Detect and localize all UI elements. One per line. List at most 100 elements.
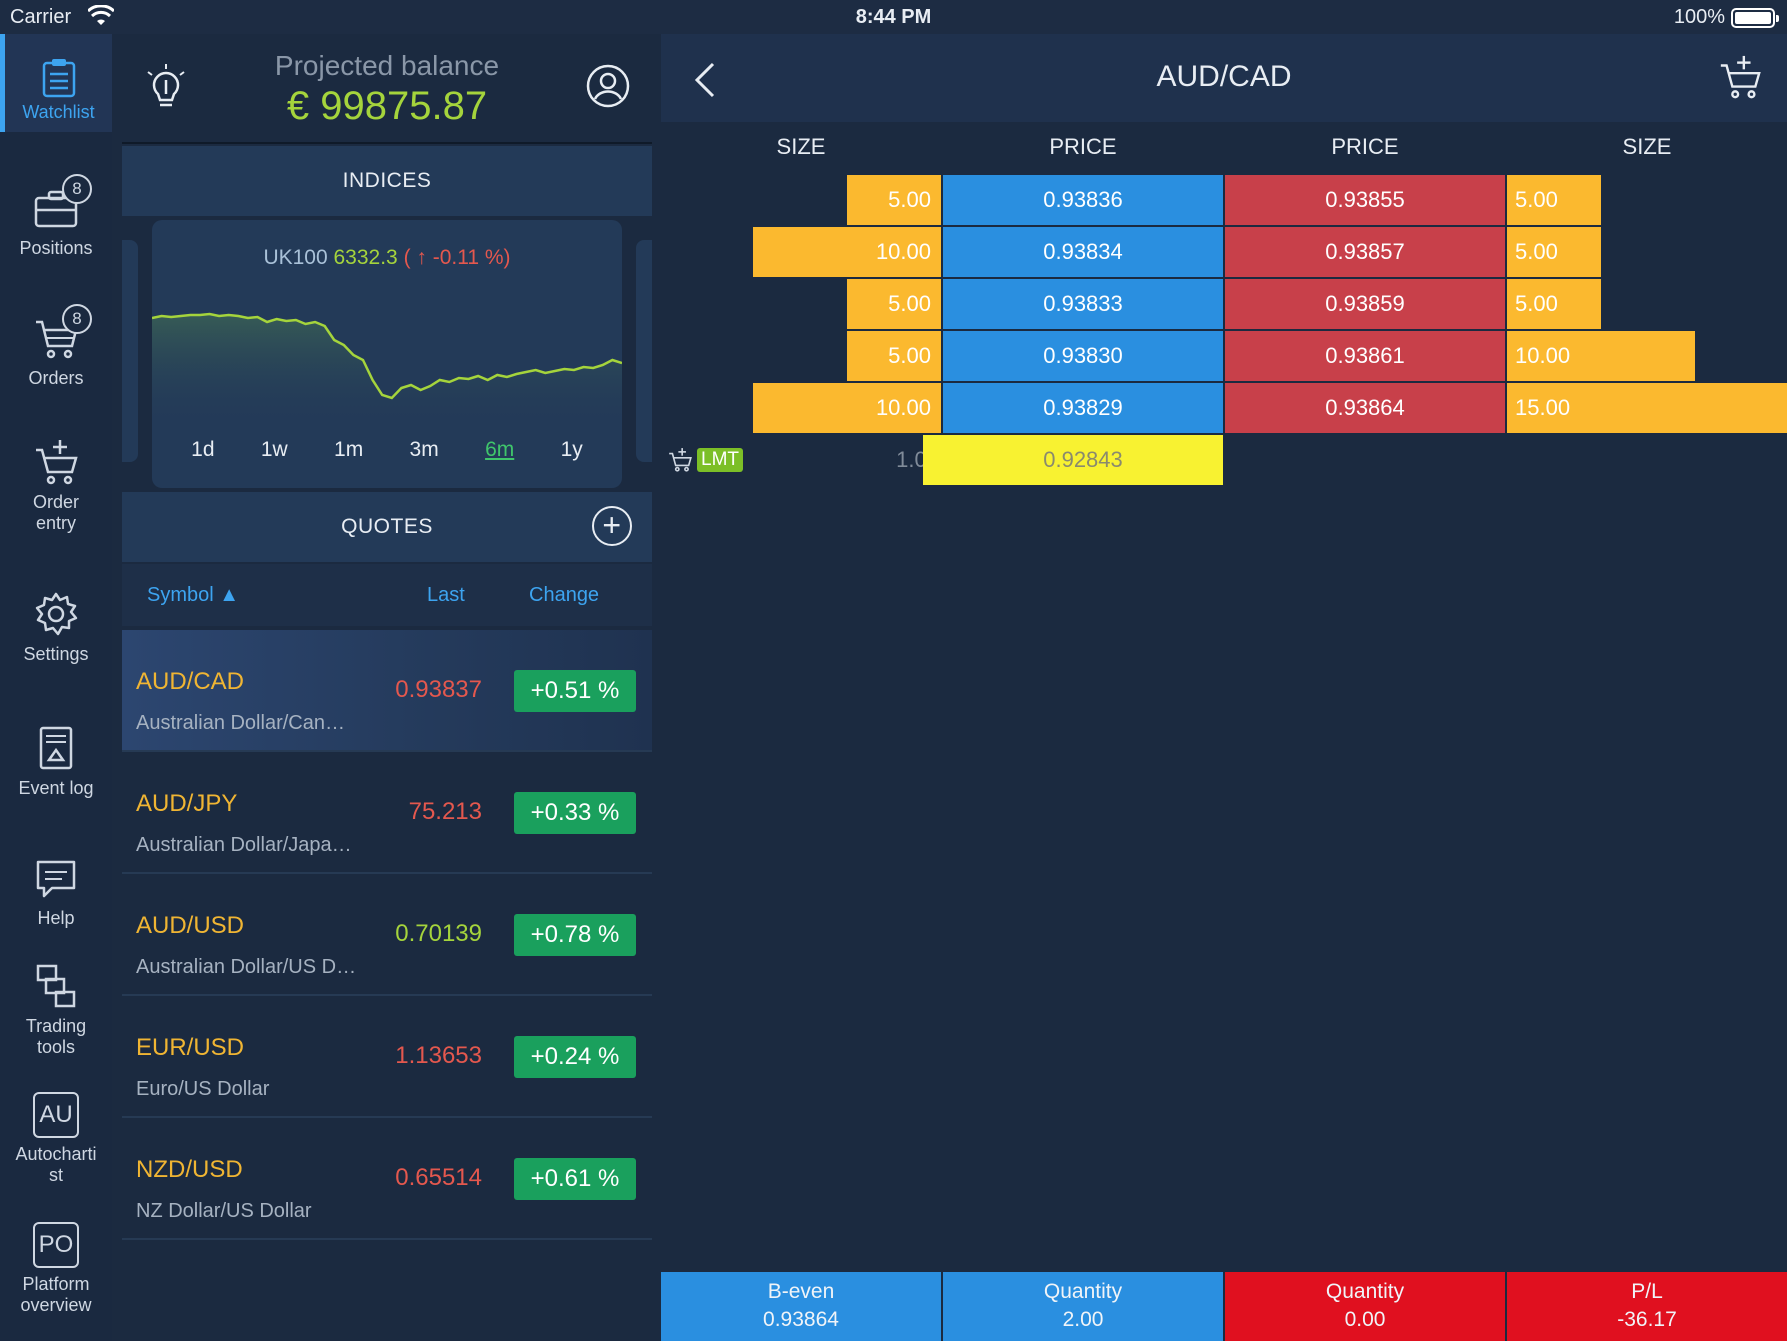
bid-price-cell[interactable]: 0.93834	[943, 227, 1223, 277]
battery-icon	[1731, 8, 1779, 28]
pl-label: P/L	[1631, 1280, 1663, 1303]
ask-price-cell[interactable]: 0.93864	[1225, 383, 1505, 433]
indices-header: INDICES	[122, 146, 652, 216]
nav-trading-tools[interactable]: Trading tools	[0, 962, 112, 1058]
bid-size-cell[interactable]: 10.00	[753, 227, 941, 277]
sort-symbol-header[interactable]: Symbol ▲	[147, 584, 239, 607]
quote-row[interactable]: NZD/USD NZ Dollar/US Dollar 0.65514 +0.6…	[122, 1118, 652, 1240]
pl-value: -36.17	[1617, 1308, 1677, 1331]
period-1d[interactable]: 1d	[191, 438, 214, 462]
quote-symbol: EUR/USD	[136, 1034, 245, 1061]
limit-cart-icon	[667, 448, 693, 477]
bid-size-cell[interactable]: 5.00	[847, 331, 941, 381]
quotes-title: QUOTES	[341, 515, 433, 538]
clipboard-icon	[41, 58, 77, 98]
nav-help[interactable]: Help	[0, 854, 112, 929]
index-value: 6332.3	[333, 246, 398, 269]
quote-row[interactable]: AUD/JPY Australian Dollar/Japa… 75.213 +…	[122, 752, 652, 874]
limit-size-marker	[923, 435, 943, 485]
order-entry-cart-icon[interactable]	[1717, 54, 1763, 105]
quote-row[interactable]: EUR/USD Euro/US Dollar 1.13653 +0.24 %	[122, 996, 652, 1118]
document-icon	[32, 724, 80, 772]
bid-size-cell[interactable]: 5.00	[847, 175, 941, 225]
nav-help-label: Help	[37, 908, 75, 928]
quote-change: +0.78 %	[514, 914, 636, 956]
ask-price-cell[interactable]: 0.93855	[1225, 175, 1505, 225]
ask-size-cell[interactable]: 15.00	[1507, 383, 1787, 433]
chart-card-next[interactable]	[636, 240, 652, 462]
autochartist-icon: AU	[33, 1092, 79, 1138]
balance-value: € 99875.87	[286, 84, 488, 128]
period-3m[interactable]: 3m	[410, 438, 439, 462]
sell-quantity-label: Quantity	[1325, 1280, 1405, 1303]
quote-change: +0.51 %	[514, 670, 636, 712]
ask-size-cell[interactable]: 5.00	[1507, 175, 1601, 225]
quote-change: +0.24 %	[514, 1036, 636, 1078]
index-chart-card[interactable]: UK100 6332.3 ( ↑ -0.11 %) 1d 1w 1m 3m 6m…	[152, 220, 622, 488]
quote-name: Australian Dollar/Can…	[136, 712, 345, 734]
status-bar: Carrier 8:44 PM 100%	[0, 0, 1787, 34]
gear-icon	[32, 590, 80, 638]
change-header[interactable]: Change	[529, 584, 599, 607]
ask-size-cell[interactable]: 5.00	[1507, 227, 1601, 277]
period-1y[interactable]: 1y	[561, 438, 583, 462]
ask-price-cell[interactable]: 0.93857	[1225, 227, 1505, 277]
bid-price-cell[interactable]: 0.93829	[943, 383, 1223, 433]
index-change: ( ↑ -0.11 %)	[403, 246, 511, 269]
quote-row[interactable]: AUD/USD Australian Dollar/US D… 0.70139 …	[122, 874, 652, 996]
depth-header: AUD/CAD	[661, 34, 1787, 122]
quote-symbol: AUD/CAD	[136, 668, 245, 695]
bid-price-cell[interactable]: 0.93836	[943, 175, 1223, 225]
limit-price-cell[interactable]: 0.92843	[943, 435, 1223, 485]
pl-summary: P/L -36.17	[1507, 1272, 1787, 1341]
period-1w[interactable]: 1w	[261, 438, 288, 462]
quote-last: 0.93837	[395, 676, 482, 703]
side-nav: Watchlist 8 Positions 8 Orders Order ent…	[0, 34, 112, 1341]
balance-label: Projected balance	[274, 50, 500, 81]
ask-price-cell[interactable]: 0.93859	[1225, 279, 1505, 329]
sell-quantity-summary: Quantity 0.00	[1225, 1272, 1505, 1341]
market-depth-panel: AUD/CAD SIZE PRICE PRICE SIZE 5.00 0.938…	[661, 34, 1787, 1341]
bid-size-header: SIZE	[776, 134, 826, 159]
b-even-summary: B-even 0.93864	[661, 1272, 941, 1341]
period-1m[interactable]: 1m	[334, 438, 363, 462]
nav-orders[interactable]: 8 Orders	[0, 304, 112, 389]
nav-autochartist[interactable]: AU Autocharti st	[0, 1092, 112, 1186]
quote-last: 0.65514	[395, 1164, 482, 1191]
buy-quantity-label: Quantity	[1043, 1280, 1123, 1303]
bid-price-cell[interactable]: 0.93830	[943, 331, 1223, 381]
ask-price-cell[interactable]: 0.93861	[1225, 331, 1505, 381]
quote-last: 75.213	[408, 798, 482, 825]
clock: 8:44 PM	[855, 6, 932, 28]
quote-name: Australian Dollar/US D…	[136, 956, 357, 978]
nav-trading-tools-label-2: tools	[36, 1037, 76, 1057]
quote-name: NZ Dollar/US Dollar	[136, 1200, 312, 1222]
nav-trading-tools-label-1: Trading	[25, 1016, 87, 1036]
user-icon[interactable]	[586, 64, 630, 113]
bid-price-cell[interactable]: 0.93833	[943, 279, 1223, 329]
bid-size-cell[interactable]: 5.00	[847, 279, 941, 329]
chart-card-prev[interactable]	[122, 240, 138, 462]
nav-watchlist[interactable]: Watchlist	[0, 34, 112, 132]
quote-row[interactable]: AUD/CAD Australian Dollar/Can… 0.93837 +…	[122, 630, 652, 752]
nav-platform-overview[interactable]: PO Platform overview	[0, 1222, 112, 1316]
b-even-label: B-even	[767, 1280, 835, 1303]
ask-size-cell[interactable]: 10.00	[1507, 331, 1695, 381]
bid-price-header: PRICE	[1049, 134, 1117, 159]
nav-settings[interactable]: Settings	[0, 590, 112, 665]
ask-size-cell[interactable]: 5.00	[1507, 279, 1601, 329]
nav-order-entry[interactable]: Order entry	[0, 438, 112, 534]
add-quote-button[interactable]: +	[592, 506, 632, 546]
nav-watchlist-label: Watchlist	[22, 102, 95, 122]
orders-badge: 8	[62, 304, 92, 334]
battery-percent: 100%	[1673, 6, 1725, 28]
bid-size-cell[interactable]: 10.00	[753, 383, 941, 433]
last-header[interactable]: Last	[427, 584, 465, 607]
platform-overview-icon: PO	[33, 1222, 79, 1268]
nav-event-log[interactable]: Event log	[0, 724, 112, 799]
watchlist-panel: Projected balance € 99875.87 INDICES UK1…	[122, 34, 652, 1341]
nav-autochartist-label-1: Autocharti	[15, 1144, 97, 1164]
nav-positions[interactable]: 8 Positions	[0, 174, 112, 259]
period-6m[interactable]: 6m	[485, 438, 514, 462]
quote-change: +0.33 %	[514, 792, 636, 834]
